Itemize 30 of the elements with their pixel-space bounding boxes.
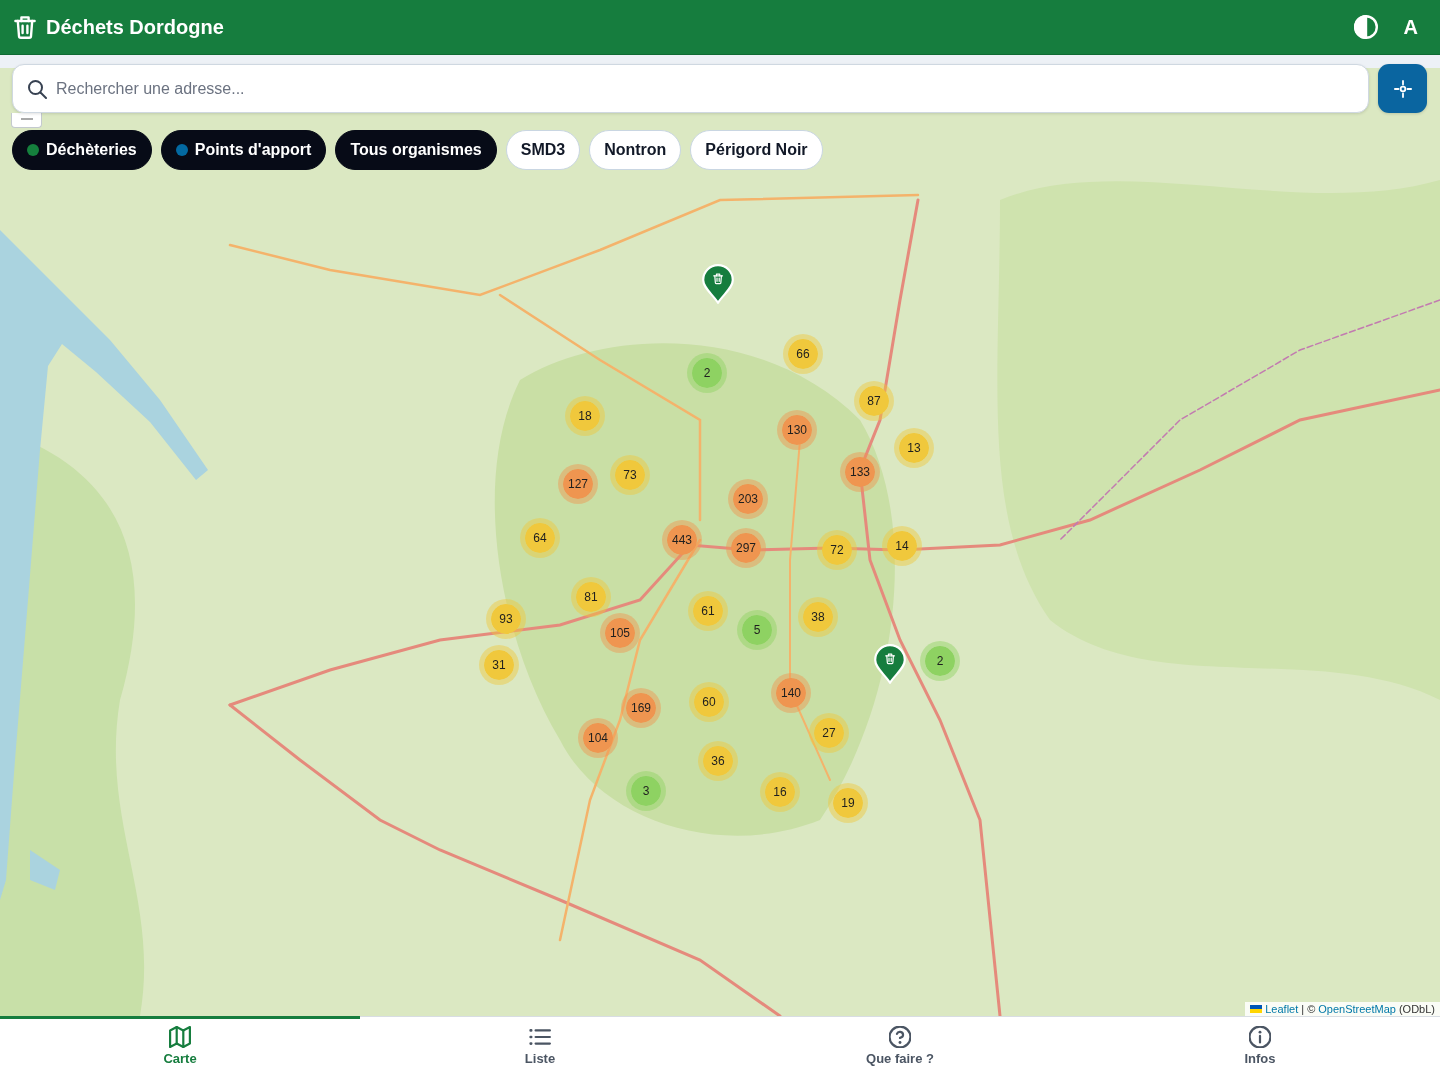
list-icon <box>529 1026 551 1048</box>
attribution-separator: | © <box>1301 1003 1316 1015</box>
leaflet-link[interactable]: Leaflet <box>1265 1003 1299 1015</box>
search-field[interactable]: Rechercher une adresse... <box>12 64 1369 113</box>
filter-chip[interactable]: Nontron <box>589 130 682 170</box>
text-size-button[interactable]: A <box>1403 15 1418 39</box>
filter-chip[interactable]: Tous organismes <box>335 130 497 170</box>
trash-icon <box>13 15 37 39</box>
search-icon <box>27 78 47 99</box>
nav-tab[interactable]: Infos <box>1080 1016 1440 1080</box>
openstreetmap-link[interactable]: OpenStreetMap <box>1318 1003 1396 1015</box>
contrast-icon <box>1353 15 1378 39</box>
info-icon <box>1249 1026 1271 1048</box>
help-icon <box>889 1026 911 1048</box>
filter-chip[interactable]: Périgord Noir <box>690 130 823 170</box>
trash-pin-icon[interactable] <box>874 644 906 684</box>
nav-tab[interactable]: Liste <box>360 1016 720 1080</box>
nav-tab[interactable]: Carte <box>0 1016 360 1080</box>
map-drawing[interactable] <box>0 68 1440 1016</box>
filter-chip[interactable]: Déchèteries <box>12 130 152 170</box>
app-title: Déchets Dordogne <box>46 15 224 39</box>
license-text: (ODbL) <box>1398 1003 1435 1015</box>
nav-tab[interactable]: Que faire ? <box>720 1016 1080 1080</box>
trash-pin-icon[interactable] <box>702 264 734 304</box>
locate-button[interactable] <box>1378 64 1427 113</box>
contrast-toggle-button[interactable] <box>1353 15 1378 39</box>
crosshair-icon <box>1393 79 1412 98</box>
search-input[interactable]: Rechercher une adresse... <box>56 77 1354 100</box>
filter-chip[interactable]: Points d'apport <box>160 130 327 170</box>
map-icon <box>169 1026 191 1048</box>
